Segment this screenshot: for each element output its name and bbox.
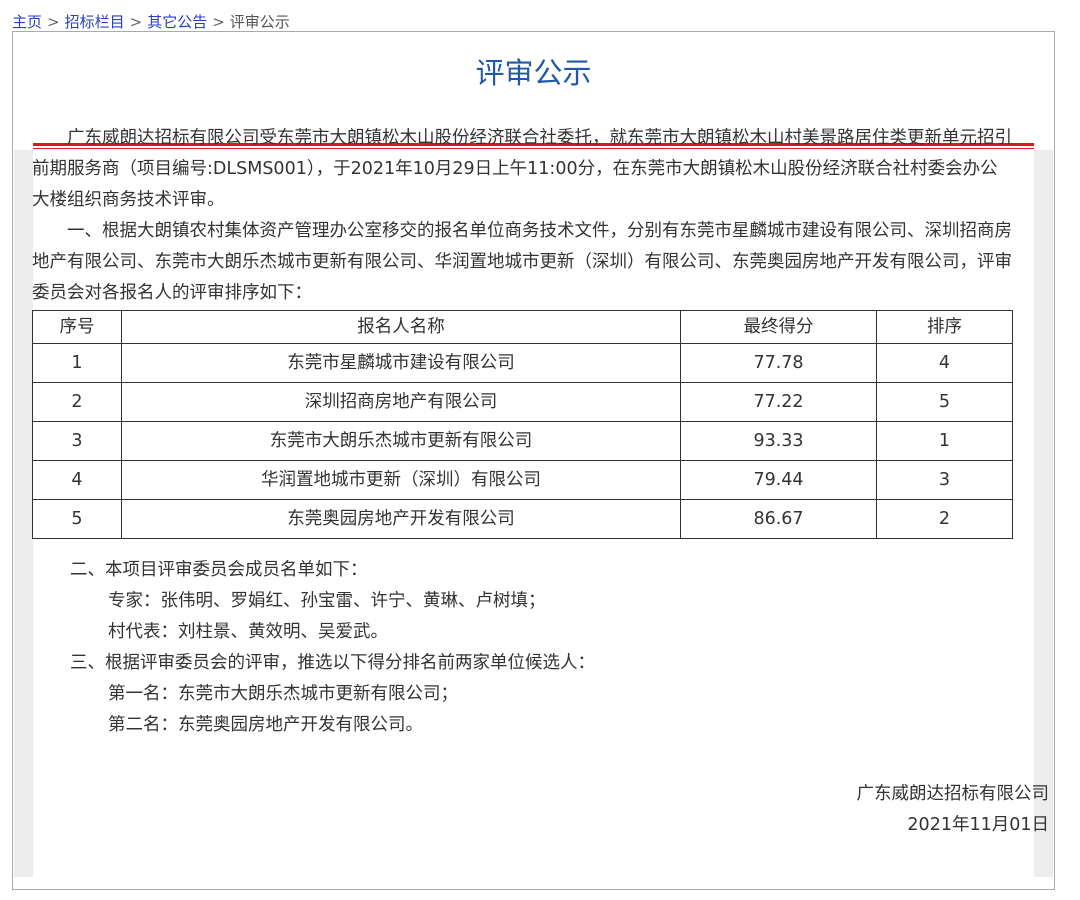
breadcrumb-current: 评审公示 [229,13,290,31]
cell-score: 79.44 [680,460,877,500]
breadcrumb-separator: > [47,13,60,31]
header-score: 最终得分 [680,310,877,344]
cell-index: 1 [32,343,122,383]
right-gutter [1034,150,1053,877]
table-row: 3 东莞市大朗乐杰城市更新有限公司 93.33 1 [32,421,1013,461]
breadcrumb-bidding-link[interactable]: 招标栏目 [65,13,125,31]
cell-rank: 5 [876,382,1013,422]
breadcrumb-separator: > [212,13,225,31]
header-rank: 排序 [876,310,1013,344]
cell-index: 2 [32,382,122,422]
table-header-row: 序号 报名人名称 最终得分 排序 [32,310,1013,344]
header-index: 序号 [32,310,122,344]
cell-applicant: 东莞奥园房地产开发有限公司 [121,499,681,539]
cell-score: 86.67 [680,499,877,539]
experts-list: 专家：张伟明、罗娟红、孙宝雷、许宁、黄琳、卢树填； [108,591,546,611]
signature-date: 2021年11月01日 [907,815,1049,835]
second-candidate: 第二名：东莞奥园房地产开发有限公司。 [108,715,423,735]
cell-rank: 3 [876,460,1013,500]
intro-paragraph: 广东威朗达招标有限公司受东莞市大朗镇松木山股份经济联合社委托，就东莞市大朗镇松木… [32,128,1012,210]
cell-applicant: 华润置地城市更新（深圳）有限公司 [121,460,681,500]
cell-index: 3 [32,421,122,461]
cell-rank: 1 [876,421,1013,461]
cell-score: 77.22 [680,382,877,422]
table-row: 4 华润置地城市更新（深圳）有限公司 79.44 3 [32,460,1013,500]
cell-index: 4 [32,460,122,500]
cell-score: 77.78 [680,343,877,383]
cell-score: 93.33 [680,421,877,461]
village-reps-list: 村代表：刘柱景、黄效明、吴爱武。 [108,622,388,642]
page-title: 评审公示 [475,56,592,90]
header-applicant: 报名人名称 [121,310,681,344]
first-candidate: 第一名：东莞市大朗乐杰城市更新有限公司； [108,684,458,704]
breadcrumb-other-notices-link[interactable]: 其它公告 [147,13,207,31]
section-3-heading: 三、根据评审委员会的评审，推选以下得分排名前两家单位候选人： [70,653,595,673]
article-body: 广东威朗达招标有限公司受东莞市大朗镇松木山股份经济联合社委托，就东莞市大朗镇松木… [32,123,1013,741]
breadcrumb-separator: > [129,13,143,31]
table-row: 5 东莞奥园房地产开发有限公司 86.67 2 [32,499,1013,539]
cell-rank: 2 [876,499,1013,539]
section-1-paragraph: 一、根据大朗镇农村集体资产管理办公室移交的报名单位商务技术文件，分别有东莞市星麟… [32,221,1012,303]
section-2-heading: 二、本项目评审委员会成员名单如下： [70,560,368,580]
signature-block: 广东威朗达招标有限公司 2021年11月01日 [857,779,1050,841]
table-row: 1 东莞市星麟城市建设有限公司 77.78 4 [32,343,1013,383]
cell-rank: 4 [876,343,1013,383]
breadcrumb: 主页 > 招标栏目 > 其它公告 > 评审公示 [12,11,290,32]
breadcrumb-home-link[interactable]: 主页 [12,13,42,31]
table-row: 2 深圳招商房地产有限公司 77.22 5 [32,382,1013,422]
cell-index: 5 [32,499,122,539]
cell-applicant: 东莞市大朗乐杰城市更新有限公司 [121,421,681,461]
cell-applicant: 东莞市星麟城市建设有限公司 [121,343,681,383]
ranking-table: 序号 报名人名称 最终得分 排序 1 东莞市星麟城市建设有限公司 77.78 4 2 深圳… [32,310,1013,539]
cell-applicant: 深圳招商房地产有限公司 [121,382,681,422]
left-gutter [14,150,33,877]
signature-company: 广东威朗达招标有限公司 [856,784,1050,804]
